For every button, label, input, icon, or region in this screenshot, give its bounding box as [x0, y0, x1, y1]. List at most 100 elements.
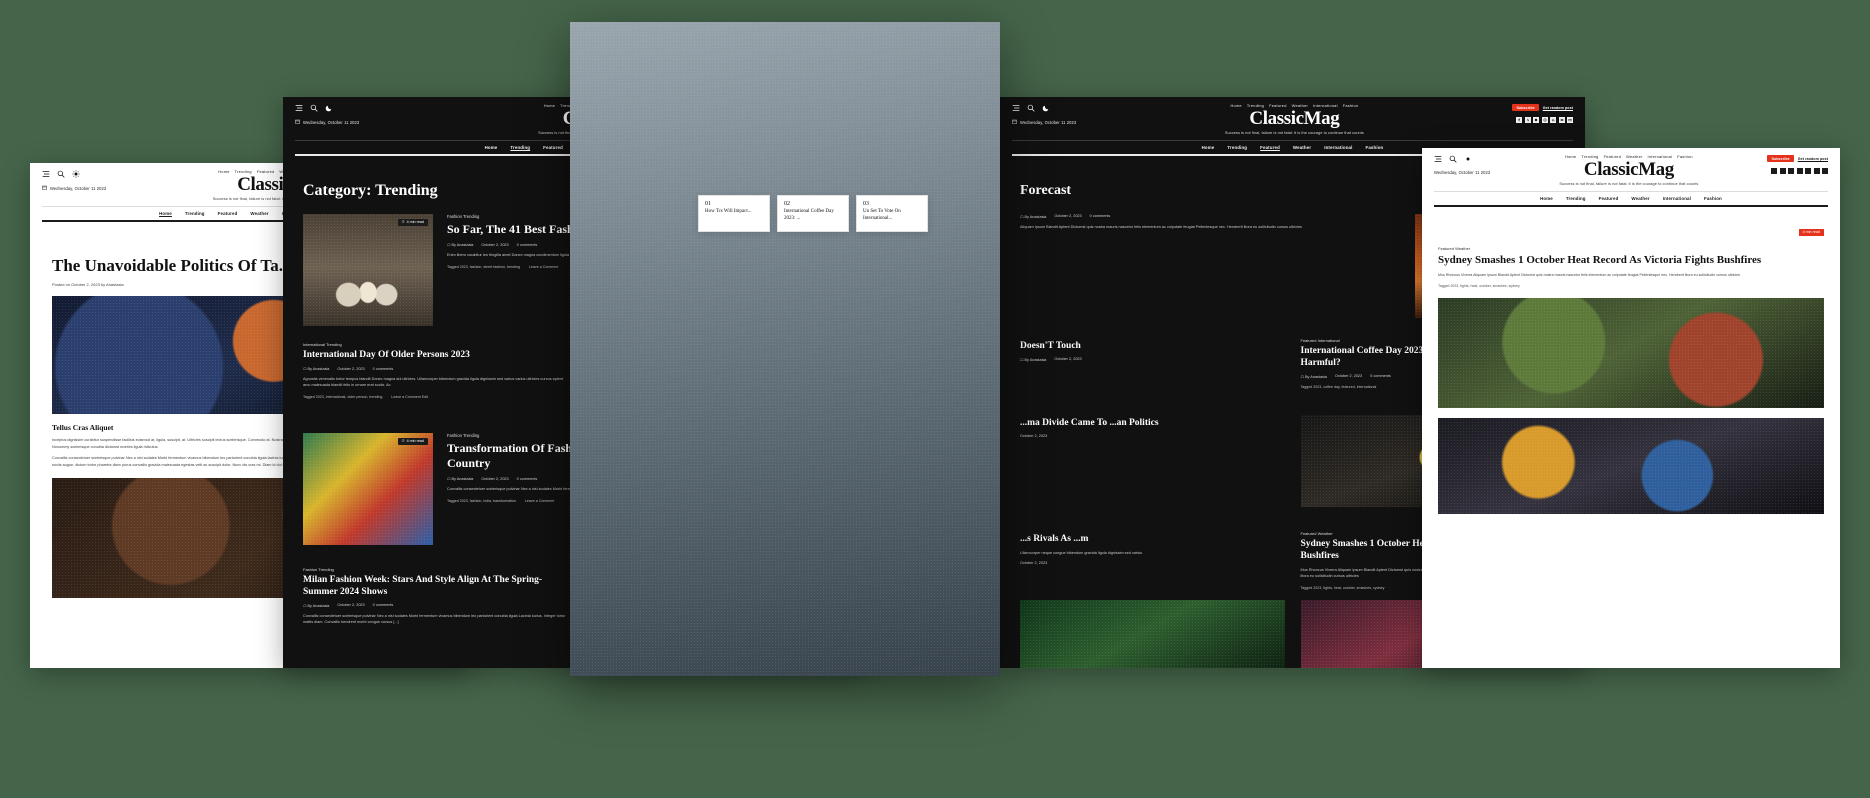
post-image[interactable]	[1438, 297, 1824, 408]
mainnav-featured[interactable]: Featured	[543, 145, 563, 150]
email-icon[interactable]	[1567, 117, 1573, 123]
search-icon[interactable]	[1027, 104, 1035, 112]
mainnav-featured[interactable]: Featured	[1599, 196, 1619, 201]
moon-icon[interactable]	[1042, 104, 1050, 112]
mainnav-home[interactable]: Home	[485, 145, 498, 150]
moon-icon[interactable]	[325, 104, 333, 112]
post-tags[interactable]: Tagged 2023, fashion, street fashion, tr…	[447, 265, 520, 269]
nav-home[interactable]: Home	[1230, 103, 1241, 108]
site-logo[interactable]: ClassicMag	[1490, 160, 1767, 180]
mainnav-weather[interactable]: Weather	[1631, 196, 1649, 201]
post-tags[interactable]: Tagged 2023, fashion, india, transformat…	[447, 499, 516, 503]
linkedin-icon[interactable]	[1550, 117, 1556, 123]
post-tags[interactable]: Tagged 2023, fights, heat, october, smas…	[1438, 284, 1824, 288]
post-image-2[interactable]	[1438, 417, 1824, 514]
person-icon: ☖	[303, 367, 307, 371]
hamburger-icon[interactable]	[42, 170, 50, 178]
post-title[interactable]: ...s Rivals As ...m	[1020, 533, 1285, 545]
post-title[interactable]: Milan Fashion Week: Stars And Style Alig…	[303, 574, 568, 598]
mainnav-trending[interactable]: Trending	[185, 211, 205, 216]
post-thumbnail[interactable]: ⏱ 4 min read	[303, 432, 433, 545]
mainnav-home[interactable]: Home	[1540, 196, 1553, 201]
post-thumbnail[interactable]	[1020, 599, 1285, 668]
post-thumbnail[interactable]: ⏱ 4 min read	[303, 213, 433, 326]
sun-icon[interactable]	[72, 170, 80, 178]
linkedin-icon[interactable]	[1805, 168, 1811, 174]
mainnav-fashion[interactable]: Fashion	[1704, 196, 1722, 201]
weather-grid: Arizona'S Biggest City Has Driest Qatar …	[570, 22, 1000, 676]
current-date: Wednesday, October 11 2023	[42, 185, 106, 191]
subscribe-button[interactable]: Subscribe	[1512, 104, 1539, 111]
mainnav-trending[interactable]: Trending	[1227, 145, 1247, 150]
nav-home[interactable]: Home	[544, 103, 555, 108]
mainnav-weather[interactable]: Weather	[250, 211, 268, 216]
search-icon[interactable]	[57, 170, 65, 178]
post-action[interactable]: Leave a Comment	[529, 265, 558, 269]
mainnav-featured[interactable]: Featured	[218, 211, 238, 216]
post-category[interactable]: International Trending	[303, 342, 568, 347]
post-excerpt: Convallis consectetuer scelerisque pulvi…	[303, 613, 566, 625]
post-tags[interactable]: Tagged 2023, coffee day, featured, inter…	[1301, 385, 1377, 389]
hamburger-icon[interactable]	[1012, 104, 1020, 112]
nav-fashion[interactable]: Fashion	[1677, 154, 1693, 159]
facebook-icon[interactable]	[1516, 117, 1522, 123]
mainnav-international[interactable]: International	[1663, 196, 1691, 201]
site-logo[interactable]: ClassicMag	[1076, 109, 1512, 129]
post-tags[interactable]: Tagged 2023, international, older person…	[303, 395, 382, 399]
screenshot-homepage-light-front: Wednesday, October 11 2023 Home Trending…	[570, 22, 1000, 676]
post-tags[interactable]: Tagged 2023, fights, heat, october, smas…	[1301, 586, 1385, 590]
nav-home[interactable]: Home	[1565, 154, 1576, 159]
person-icon: ☖	[1300, 374, 1304, 379]
post-title[interactable]: Sydney Smashes 1 October Heat Record As …	[1438, 254, 1824, 268]
card-title[interactable]: Un Set To Vote On International...	[863, 209, 921, 223]
youtube-icon[interactable]	[1813, 168, 1820, 174]
clock-icon: ⏱	[401, 439, 405, 444]
post-thumbnail[interactable]	[570, 22, 1000, 676]
calendar-icon	[1012, 119, 1017, 125]
post-action[interactable]: Leave a Comment Edit	[391, 395, 428, 399]
mainnav-home[interactable]: Home	[159, 211, 172, 216]
weather-item	[570, 22, 1000, 676]
post-action[interactable]: Leave a Comment	[525, 499, 554, 503]
slider-card[interactable]: 03 Un Set To Vote On International...	[856, 195, 928, 232]
post-title[interactable]: International Day Of Older Persons 2023	[303, 349, 568, 361]
twitter-icon[interactable]	[1779, 168, 1786, 174]
post-title[interactable]: Doesn'T Touch	[1020, 340, 1285, 352]
post-category[interactable]: Featured Weather	[1438, 246, 1824, 251]
date-text: Wednesday, October 11 2023	[303, 119, 360, 125]
slider-card[interactable]: 01 How Tcs Will Impact...	[698, 195, 770, 232]
pinterest-icon[interactable]	[1533, 117, 1539, 123]
subscribe-button[interactable]: Subscribe	[1767, 155, 1794, 162]
mainnav-fashion[interactable]: Fashion	[1366, 145, 1384, 150]
nav-fashion[interactable]: Fashion	[1343, 103, 1359, 108]
sun-icon[interactable]	[1464, 155, 1472, 163]
facebook-icon[interactable]	[1771, 168, 1777, 174]
post-title[interactable]: ...ma Divide Came To ...an Politics	[1020, 417, 1285, 429]
social-links[interactable]	[1516, 117, 1573, 123]
instagram-icon[interactable]	[1796, 168, 1803, 174]
email-icon[interactable]	[1822, 168, 1828, 174]
post-category[interactable]: Fashion Trending	[303, 567, 568, 572]
mainnav-featured[interactable]: Featured	[1260, 145, 1280, 150]
random-post-link[interactable]: Get random post	[1543, 106, 1573, 110]
mainnav-international[interactable]: International	[1324, 145, 1352, 150]
hamburger-icon[interactable]	[295, 104, 303, 112]
youtube-icon[interactable]	[1558, 117, 1565, 123]
search-icon[interactable]	[310, 104, 318, 112]
pinterest-icon[interactable]	[1788, 168, 1794, 174]
mainnav-trending[interactable]: Trending	[510, 145, 530, 150]
mainnav-home[interactable]: Home	[1202, 145, 1215, 150]
card-title[interactable]: International Coffee Day 2023: ...	[784, 209, 842, 223]
person-icon: ☖	[303, 603, 307, 608]
random-post-link[interactable]: Get random post	[1798, 157, 1828, 161]
search-icon[interactable]	[1449, 155, 1457, 163]
slider-card[interactable]: 02 International Coffee Day 2023: ...	[777, 195, 849, 232]
nav-home[interactable]: Home	[218, 169, 229, 174]
mainnav-trending[interactable]: Trending	[1566, 196, 1586, 201]
hamburger-icon[interactable]	[1434, 155, 1442, 163]
twitter-icon[interactable]	[1524, 117, 1531, 123]
mainnav-weather[interactable]: Weather	[1293, 145, 1311, 150]
instagram-icon[interactable]	[1541, 117, 1548, 123]
post-item: ...s Rivals As ...m Ullamcorper neque co…	[1020, 531, 1285, 590]
card-title[interactable]: How Tcs Will Impact...	[705, 209, 763, 216]
